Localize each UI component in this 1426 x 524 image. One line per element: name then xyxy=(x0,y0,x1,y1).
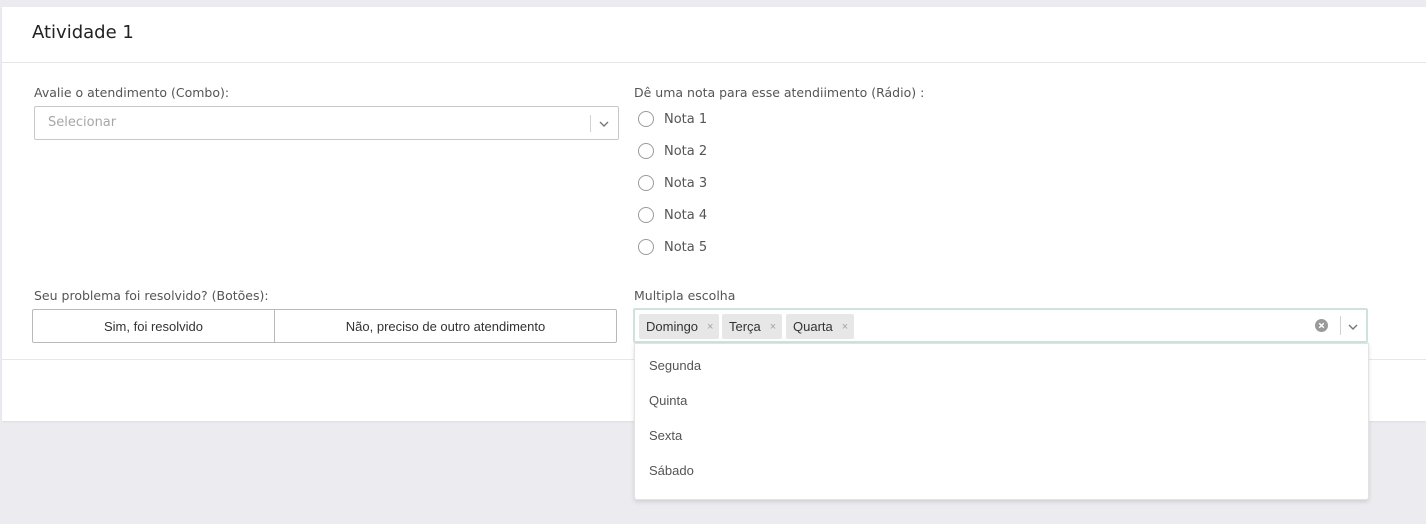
selected-tag: Quarta × xyxy=(786,314,854,339)
combo-placeholder: Selecionar xyxy=(48,115,117,130)
dropdown-option[interactable]: Sexta xyxy=(649,428,682,443)
close-icon[interactable]: × xyxy=(707,321,713,333)
card-title: Atividade 1 xyxy=(32,22,134,43)
dropdown-option[interactable]: Quinta xyxy=(649,393,687,408)
radio-circle-icon[interactable] xyxy=(638,239,654,255)
combo-select[interactable]: Selecionar xyxy=(34,106,619,140)
yes-resolved-button[interactable]: Sim, foi resolvido xyxy=(32,309,275,343)
radio-option-label: Nota 2 xyxy=(664,143,708,159)
header-divider xyxy=(2,62,1426,63)
close-icon[interactable]: × xyxy=(842,321,848,333)
radio-option[interactable]: Nota 1 xyxy=(638,109,707,129)
radio-circle-icon[interactable] xyxy=(638,111,654,127)
combo-label: Avalie o atendimento (Combo): xyxy=(34,85,230,100)
buttons-label: Seu problema foi resolvido? (Botões): xyxy=(34,288,269,303)
radio-option[interactable]: Nota 4 xyxy=(638,205,707,225)
multi-dropdown-menu: Segunda Quinta Sexta Sábado xyxy=(634,343,1369,500)
tag-label: Terça xyxy=(729,319,761,334)
multi-label: Multipla escolha xyxy=(634,288,736,303)
dropdown-option[interactable]: Segunda xyxy=(649,358,701,373)
radio-option[interactable]: Nota 2 xyxy=(638,141,707,161)
radio-option[interactable]: Nota 3 xyxy=(638,173,707,193)
chevron-down-icon[interactable] xyxy=(1346,319,1360,333)
tag-label: Quarta xyxy=(793,319,833,334)
radio-circle-icon[interactable] xyxy=(638,175,654,191)
radio-label: Dê uma nota para esse atendiimento (Rádi… xyxy=(634,85,925,100)
multi-select[interactable]: Domingo × Terça × Quarta × xyxy=(633,308,1368,343)
radio-circle-icon[interactable] xyxy=(638,143,654,159)
radio-option-label: Nota 1 xyxy=(664,111,708,127)
radio-option-label: Nota 3 xyxy=(664,175,708,191)
tag-label: Domingo xyxy=(646,319,699,334)
selected-tag: Terça × xyxy=(722,314,782,339)
radio-circle-icon[interactable] xyxy=(638,207,654,223)
chevron-down-icon[interactable] xyxy=(597,116,611,130)
clear-circle-icon[interactable] xyxy=(1315,319,1328,332)
radio-option-label: Nota 4 xyxy=(664,207,708,223)
selected-tag: Domingo × xyxy=(639,314,719,339)
combo-separator xyxy=(590,115,591,132)
close-icon[interactable]: × xyxy=(770,321,776,333)
dropdown-option[interactable]: Sábado xyxy=(649,463,694,478)
no-need-help-button[interactable]: Não, preciso de outro atendimento xyxy=(274,309,617,343)
radio-option[interactable]: Nota 5 xyxy=(638,237,707,257)
multi-separator xyxy=(1340,316,1341,335)
radio-option-label: Nota 5 xyxy=(664,239,708,255)
